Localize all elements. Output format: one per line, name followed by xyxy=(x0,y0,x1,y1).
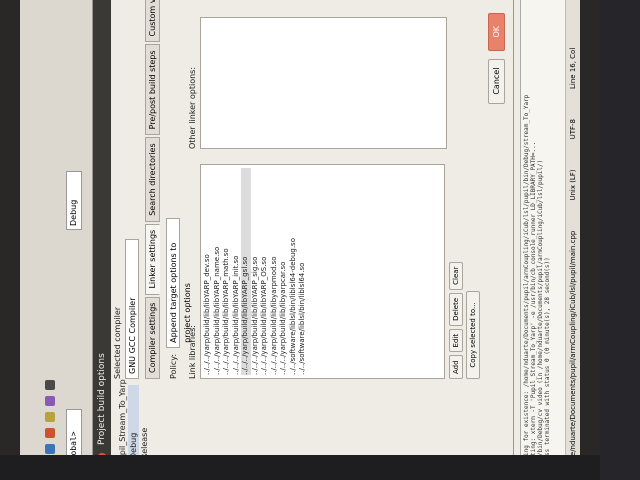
selected-compiler-label: Selected compiler xyxy=(113,306,122,379)
dialog-footer: Cancel OK xyxy=(488,13,505,104)
policy-select[interactable]: Append target options to project options xyxy=(166,217,192,348)
ide-toolbar-area: <global> Debug xyxy=(20,0,93,480)
ide-toolbar xyxy=(40,0,60,480)
tree-item-release[interactable]: Release xyxy=(139,385,150,465)
list-item[interactable]: ../../../yarp/build/lib/libYARP_OS.so xyxy=(260,168,270,375)
status-encoding: UTF-8 xyxy=(569,119,577,140)
target-tree: Pupil_Stream_To_Yarp Debug Release xyxy=(117,379,150,465)
list-item[interactable]: ../../../yarp/build/lib/libYARP_gsl.so xyxy=(241,168,251,375)
status-position: Line 16, Col xyxy=(569,47,577,89)
settings-tabs: Compiler settings Linker settings Search… xyxy=(145,0,160,379)
dialog-title: Project build options xyxy=(97,353,107,445)
project-build-options-dialog: Project build options Pupil_Stream_To_Ya… xyxy=(92,0,514,470)
copy-selected-button[interactable]: Copy selected to... xyxy=(466,291,480,379)
compiler-select[interactable]: GNU GCC Compiler xyxy=(125,239,139,379)
list-item[interactable]: ../../../yarp/build/lib/libYARP_dev.so xyxy=(203,168,213,375)
other-linker-section: Other linker options: xyxy=(188,17,480,149)
status-eol: Unix (LF) xyxy=(569,169,577,201)
policy-row: Policy: Append target options to project… xyxy=(166,0,192,379)
tab-pre-post-build[interactable]: Pre/post build steps xyxy=(145,44,160,136)
list-item[interactable]: ../../../yarp/build/lib/libYARP_sig.so xyxy=(251,168,261,375)
list-item[interactable]: ../../../yarp/build/lib/libYARP_math.so xyxy=(222,168,232,375)
list-item[interactable]: ../../../yarp/build/lib/libyarpcar.so xyxy=(279,168,289,375)
tab-custom-variables[interactable]: Custom variable xyxy=(145,0,160,43)
step-icon[interactable] xyxy=(45,380,55,390)
log-line: Process terminated with status 0 (0 minu… xyxy=(544,257,551,474)
tree-item-project[interactable]: Pupil_Stream_To_Yarp xyxy=(117,379,128,465)
list-item[interactable]: ../../../yarp/build/lib/libyarpmod.so xyxy=(270,168,280,375)
stop-icon[interactable] xyxy=(45,428,55,438)
add-button[interactable]: Add xyxy=(449,355,463,379)
status-bar: /home/nduarte/Documents/pupil/armCouplin… xyxy=(565,0,580,480)
policy-label: Policy: xyxy=(168,353,178,379)
other-linker-label: Other linker options: xyxy=(188,66,197,149)
list-item[interactable]: ../../software/liblsl/bin/liblsl64.so xyxy=(298,168,308,375)
status-path: /home/nduarte/Documents/pupil/armCouplin… xyxy=(569,230,577,474)
list-item[interactable]: ../../software/liblsl/bin/liblsl64-debug… xyxy=(289,168,299,375)
link-libraries-label: Link libraries: xyxy=(188,325,197,379)
rebuild-icon[interactable] xyxy=(45,412,55,422)
laptop-bezel-bottom xyxy=(0,455,600,480)
log-line: Checking for existence: /home/nduarte/Do… xyxy=(523,94,530,474)
list-item[interactable]: ../../../yarp/build/lib/libYARP_name.so xyxy=(213,168,223,375)
tab-linker-settings[interactable]: Linker settings xyxy=(145,223,160,295)
edit-button[interactable]: Edit xyxy=(449,328,463,353)
run-icon[interactable] xyxy=(45,444,55,454)
log-line: pupil/bin/Debug/cv video (in /home/nduar… xyxy=(537,159,544,474)
link-libraries-section: Link libraries: ../../../yarp/build/lib/… xyxy=(188,159,480,379)
log-line: Executing: xterm -T 'Pupil_Stream_To_Yar… xyxy=(530,141,537,474)
rotated-screen: <global> Debug Checking for existence: /… xyxy=(20,0,580,480)
laptop-bezel xyxy=(600,0,640,480)
build-target-select[interactable]: Debug xyxy=(66,171,82,230)
cancel-button[interactable]: Cancel xyxy=(488,58,505,104)
options-panel: Selected compiler GNU GCC Compiler Compi… xyxy=(113,0,503,379)
tree-item-debug[interactable]: Debug xyxy=(128,385,139,465)
tab-compiler-settings[interactable]: Compiler settings xyxy=(145,296,160,379)
other-linker-input[interactable] xyxy=(200,17,447,149)
dialog-titlebar: Project build options xyxy=(93,0,111,469)
list-item[interactable]: ../../../yarp/build/lib/libYARP_init.so xyxy=(232,168,242,375)
debug-icon[interactable] xyxy=(45,396,55,406)
link-libraries-list[interactable]: ../../../yarp/build/lib/libYARP_dev.so .… xyxy=(200,164,445,379)
linker-content: Link libraries: ../../../yarp/build/lib/… xyxy=(188,0,480,379)
tab-search-directories[interactable]: Search directories xyxy=(145,137,160,222)
library-buttons: Add Edit Delete Clear xyxy=(449,159,463,379)
clear-button[interactable]: Clear xyxy=(449,261,463,290)
ok-button[interactable]: OK xyxy=(488,13,505,51)
delete-button[interactable]: Delete xyxy=(449,292,463,326)
